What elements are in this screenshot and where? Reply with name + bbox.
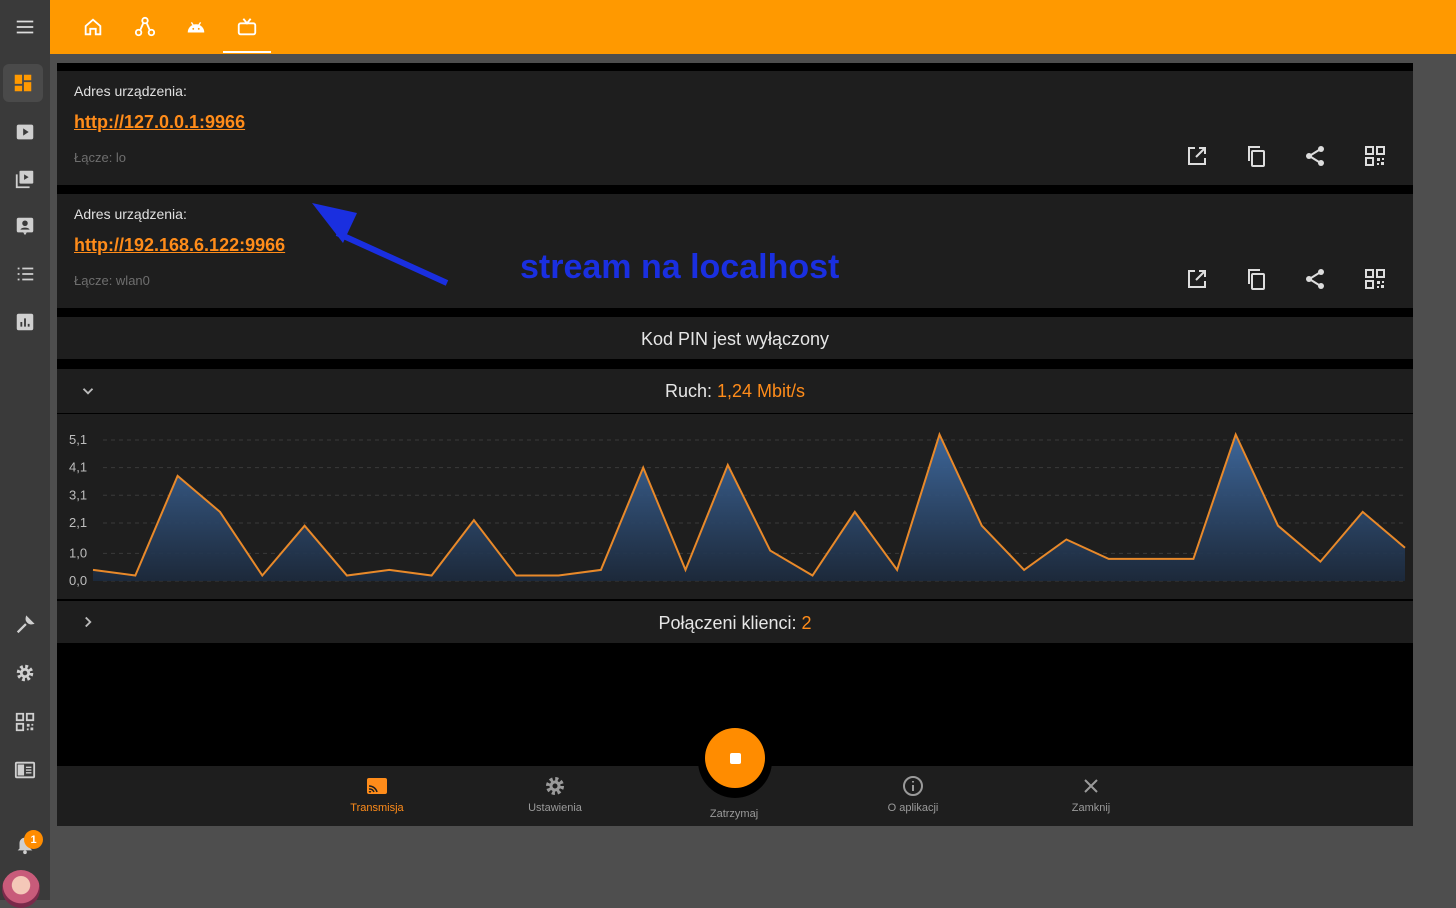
left-sidebar: 1 [0,0,50,908]
playlist-icon[interactable] [0,157,50,201]
traffic-header[interactable]: Ruch: 1,24 Mbit/s [57,369,1413,413]
address-label: Adres urządzenia: [74,206,187,222]
address-url-link[interactable]: http://192.168.6.122:9966 [74,235,285,256]
nav-settings-label: Ustawienia [528,802,582,814]
avatar[interactable] [2,870,40,908]
y-tick-label: 4,1 [69,460,87,475]
stats-icon[interactable] [0,300,50,344]
stop-fab-button[interactable] [705,728,765,788]
gear-icon[interactable] [0,651,50,695]
nav-about[interactable]: O aplikacji [868,774,958,814]
panel-icon[interactable] [0,748,50,792]
qr-code-icon[interactable] [0,700,50,744]
android-icon[interactable] [183,14,209,40]
clients-text: Połączeni klienci: 2 [57,613,1413,634]
list-icon[interactable] [0,252,50,296]
nav-about-label: O aplikacji [887,802,939,814]
address-label: Adres urządzenia: [74,83,187,99]
network-icon[interactable] [132,14,158,40]
notification-badge: 1 [24,830,43,849]
video-icon[interactable] [0,110,50,154]
y-tick-label: 5,1 [69,432,87,447]
wrench-icon[interactable] [0,603,50,647]
dashboard-icon[interactable] [3,64,43,102]
nav-close[interactable]: Zamknij [1046,774,1136,814]
traffic-chart-svg: 5,1 4,1 3,1 2,1 1,0 0,0 [69,431,1406,588]
copy-icon[interactable] [1242,142,1270,170]
top-bar [50,0,1456,54]
qr-code-icon[interactable] [1361,142,1389,170]
traffic-chart: 5,1 4,1 3,1 2,1 1,0 0,0 [57,414,1413,599]
gear-icon [546,777,564,795]
cast-icon [367,778,387,794]
clients-value: 2 [801,613,812,633]
annotation-arrow [312,203,449,286]
interface-label: Łącze: wlan0 [74,273,150,288]
y-tick-label: 1,0 [69,545,87,560]
traffic-text: Ruch: 1,24 Mbit/s [57,381,1413,402]
nav-close-label: Zamknij [1071,802,1111,814]
nav-stream-label: Transmisja [350,802,404,814]
annotation-text: stream na localhost [520,248,840,286]
qr-code-icon[interactable] [1361,265,1389,293]
open-external-icon[interactable] [1183,142,1211,170]
nav-settings[interactable]: Ustawienia [510,774,600,814]
address-card-localhost: Adres urządzenia: http://127.0.0.1:9966 … [57,71,1413,185]
pin-status-card: Kod PIN jest wyłączony [57,317,1413,359]
tv-icon[interactable] [234,14,260,40]
y-tick-label: 0,0 [69,573,87,588]
address-url-link[interactable]: http://127.0.0.1:9966 [74,112,245,133]
nav-stream[interactable]: Transmisja [332,774,422,814]
nav-stop-label: Zatrzymaj [709,808,759,820]
share-icon[interactable] [1301,142,1329,170]
contact-icon[interactable] [0,204,50,248]
y-tick-label: 3,1 [69,487,87,502]
traffic-label: Ruch: [664,381,712,401]
pin-status-text: Kod PIN jest wyłączony [640,329,830,349]
copy-icon[interactable] [1242,265,1270,293]
info-icon [903,776,923,796]
interface-label: Łącze: lo [74,150,127,165]
close-icon [1084,779,1098,793]
menu-icon[interactable] [0,5,50,49]
app-content: Adres urządzenia: http://127.0.0.1:9966 … [57,63,1413,826]
traffic-value: 1,24 Mbit/s [717,381,806,401]
open-external-icon[interactable] [1183,265,1211,293]
y-tick-label: 2,1 [69,515,87,530]
clients-header[interactable]: Połączeni klienci: 2 [57,601,1413,643]
stop-icon [729,752,741,764]
share-icon[interactable] [1301,265,1329,293]
nav-stop[interactable]: Zatrzymaj [689,804,779,820]
home-icon[interactable] [80,14,106,40]
clients-label: Połączeni klienci: [658,613,797,633]
active-tab-indicator [223,51,271,53]
